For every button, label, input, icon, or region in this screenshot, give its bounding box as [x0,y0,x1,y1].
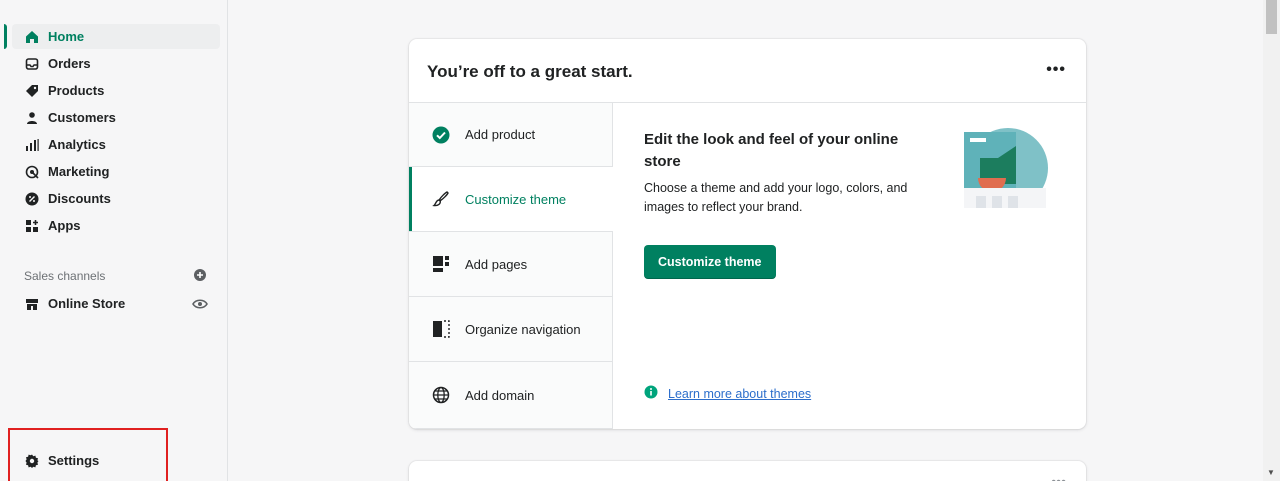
sidebar-item-label: Online Store [48,296,126,311]
globe-icon [431,385,451,405]
step-label: Customize theme [465,191,567,207]
sidebar-item-home[interactable]: Home [12,24,220,49]
sidebar-item-label: Marketing [48,164,110,179]
scrollbar[interactable]: ▼ [1263,0,1280,481]
info-icon [644,385,658,402]
apps-icon [24,218,40,234]
check-circle-icon [431,125,451,145]
marketing-icon [24,164,40,180]
active-indicator [4,24,7,49]
eye-icon[interactable] [192,297,208,311]
more-actions-button[interactable]: ••• [1046,61,1066,79]
customize-theme-button[interactable]: Customize theme [644,245,776,279]
person-icon [24,110,40,126]
add-circle-icon[interactable] [193,268,207,282]
setup-guide-card: You’re off to a great start. ••• Add pro… [409,39,1086,429]
sidebar-item-label: Customers [48,110,116,125]
sidebar-item-label: Products [48,83,105,98]
gear-icon [24,453,40,469]
pages-icon [431,254,451,274]
learn-more: Learn more about themes [644,385,811,402]
sidebar-item-products[interactable]: Products [12,78,220,103]
sidebar-item-orders[interactable]: Orders [12,51,220,76]
step-add-product[interactable]: Add product [409,103,613,167]
step-organize-navigation[interactable]: Organize navigation [409,297,613,362]
step-label: Add domain [465,387,535,403]
analytics-icon [24,137,40,153]
detail-title: Edit the look and feel of your online st… [644,131,899,170]
sales-channels-label: Sales channels [24,269,106,283]
brush-icon [431,189,451,209]
scroll-thumb[interactable] [1266,0,1277,34]
step-label: Add product [465,127,536,142]
step-add-pages[interactable]: Add pages [409,232,613,297]
next-card: ••• [409,461,1086,481]
learn-more-link[interactable]: Learn more about themes [668,387,811,401]
sidebar-item-settings[interactable]: Settings [12,448,220,473]
store-icon [24,296,40,312]
card-title: You’re off to a great start. [427,62,633,81]
sidebar-item-apps[interactable]: Apps [12,213,220,238]
sidebar-item-label: Apps [48,218,81,233]
step-label: Add pages [465,256,528,272]
scroll-down-arrow-icon[interactable]: ▼ [1267,468,1275,477]
sidebar-item-online-store[interactable]: Online Store [12,291,220,316]
step-detail-panel: Edit the look and feel of your online st… [613,103,1086,429]
navigation-icon [431,319,451,339]
sidebar-item-label: Analytics [48,137,106,152]
tag-icon [24,83,40,99]
orders-icon [24,56,40,72]
home-icon [24,29,40,45]
sidebar: Home Orders Products Customers Analytics… [0,0,228,481]
sidebar-item-label: Orders [48,56,91,71]
step-label: Organize navigation [465,321,581,337]
step-customize-theme[interactable]: Customize theme [409,167,613,232]
sidebar-item-analytics[interactable]: Analytics [12,132,220,157]
sidebar-item-discounts[interactable]: Discounts [12,186,220,211]
sidebar-item-label: Discounts [48,191,111,206]
detail-description: Choose a theme and add your logo, colors… [644,181,908,214]
discount-icon [24,191,40,207]
sidebar-item-label: Home [48,29,85,44]
setup-steps: Add product Customize theme Add pages Or… [409,103,613,429]
sidebar-item-label: Settings [48,453,100,468]
sidebar-item-marketing[interactable]: Marketing [12,159,220,184]
step-add-domain[interactable]: Add domain [409,362,613,429]
more-actions-button[interactable]: ••• [1051,473,1066,481]
theme-illustration [958,128,1048,213]
sidebar-item-customers[interactable]: Customers [12,105,220,130]
